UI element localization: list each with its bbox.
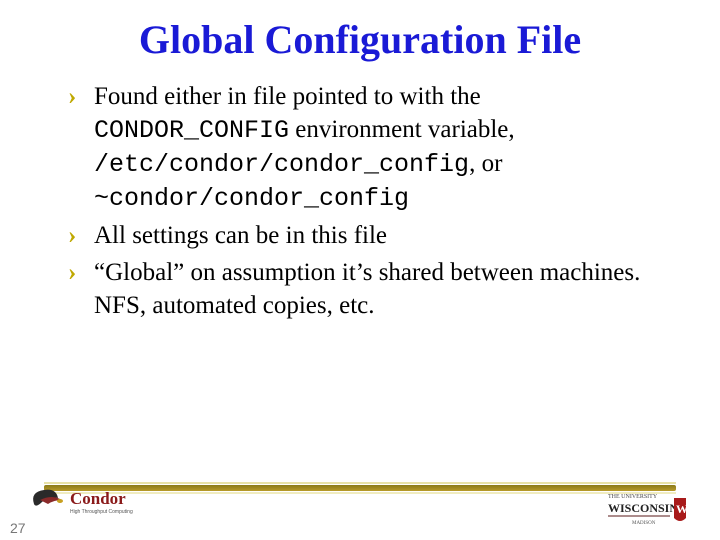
slide-number: 27 bbox=[10, 520, 26, 536]
code-text: CONDOR_CONFIG bbox=[94, 116, 289, 145]
bullet-marker-icon: › bbox=[68, 80, 76, 113]
wisconsin-logo: THE UNIVERSITY WISCONSIN MADISON W bbox=[608, 490, 694, 532]
bullet-item: › All settings can be in this file bbox=[68, 219, 680, 252]
condor-logo: Condor High Throughput Computing bbox=[28, 482, 178, 518]
bullet-marker-icon: › bbox=[68, 256, 76, 289]
bullet-list: › Found either in file pointed to with t… bbox=[40, 80, 680, 322]
text-run: , or bbox=[469, 150, 502, 177]
bullet-text: Found either in file pointed to with the… bbox=[94, 83, 515, 211]
code-text: /etc/condor/condor_config bbox=[94, 150, 469, 179]
slide: Global Configuration File › Found either… bbox=[0, 0, 720, 540]
wisconsin-logo-sub: MADISON bbox=[632, 521, 656, 526]
code-text: ~condor/condor_config bbox=[94, 184, 409, 213]
wisconsin-logo-bottom: WISCONSIN bbox=[608, 501, 678, 515]
bullet-text: All settings can be in this file bbox=[94, 222, 387, 249]
bullet-item: › Found either in file pointed to with t… bbox=[68, 80, 680, 215]
bullet-text: “Global” on assumption it’s shared betwe… bbox=[94, 259, 640, 319]
text-run: Found either in file pointed to with the bbox=[94, 83, 481, 110]
text-run: environment variable, bbox=[289, 116, 515, 143]
svg-text:W: W bbox=[676, 502, 688, 516]
bullet-marker-icon: › bbox=[68, 219, 76, 252]
slide-title: Global Configuration File bbox=[40, 18, 680, 62]
condor-logo-text: Condor bbox=[70, 489, 126, 508]
condor-logo-subtext: High Throughput Computing bbox=[70, 509, 133, 515]
bullet-item: › “Global” on assumption it’s shared bet… bbox=[68, 256, 680, 322]
wisconsin-logo-top: THE UNIVERSITY bbox=[608, 494, 658, 500]
slide-footer: Condor High Throughput Computing THE UNI… bbox=[0, 482, 720, 540]
